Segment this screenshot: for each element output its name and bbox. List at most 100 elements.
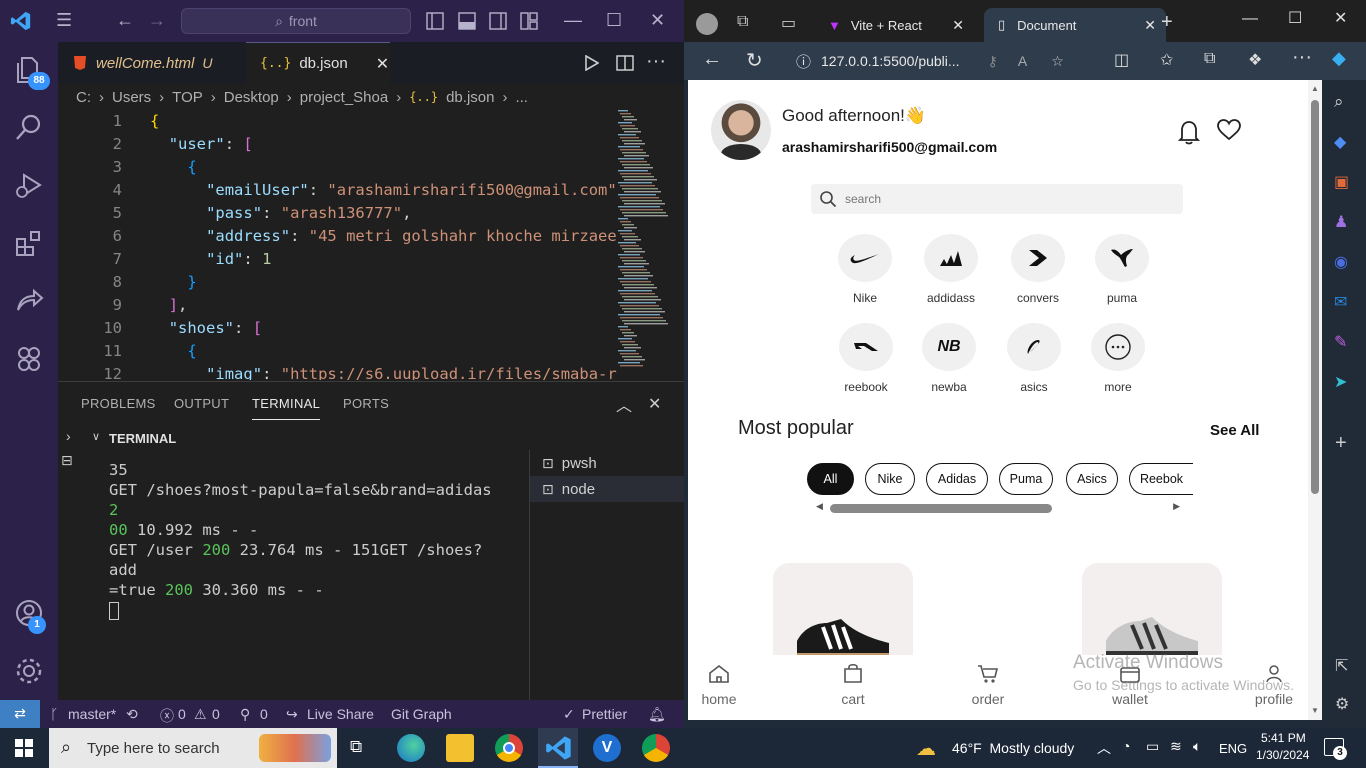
scroll-down-icon[interactable]: ▼ [1311, 706, 1319, 715]
toggle-sidebar-icon[interactable] [426, 12, 444, 30]
close-tab-icon[interactable]: ✕ [1144, 17, 1156, 34]
menu-icon[interactable]: ☰ [56, 10, 72, 31]
file-explorer-icon[interactable] [446, 734, 474, 762]
edge-taskbar-icon[interactable] [397, 734, 425, 762]
minimap[interactable] [614, 110, 668, 378]
refresh-icon[interactable]: ↻ [746, 48, 763, 73]
tab-wellcome-html[interactable]: wellCome.html U [58, 42, 246, 84]
live-share-button[interactable]: Live Share [307, 706, 374, 722]
close-panel-icon[interactable]: ✕ [648, 394, 661, 414]
filter-chip-adidas[interactable]: Adidas [926, 463, 988, 495]
run-debug-icon[interactable] [14, 170, 44, 200]
favorites-icon[interactable]: ✩ [1160, 50, 1173, 70]
filter-chip-asics[interactable]: Asics [1066, 463, 1118, 495]
chrome-icon[interactable] [495, 734, 523, 762]
maximize-panel-icon[interactable]: ︿ [616, 392, 632, 416]
nav-wallet[interactable]: wallet [1090, 691, 1170, 707]
git-branch[interactable]: master* [68, 706, 116, 722]
breadcrumb-item[interactable]: C: [76, 89, 91, 106]
vscode-taskbar-icon[interactable] [545, 734, 573, 762]
breadcrumb-item[interactable]: TOP [172, 89, 203, 106]
microsoft-365-icon[interactable]: ◉ [1334, 252, 1348, 272]
nav-home[interactable]: home [688, 691, 759, 707]
code-line[interactable]: 9 ], [58, 294, 618, 317]
close-tab-icon[interactable]: ✕ [376, 54, 389, 74]
taskbar-search[interactable]: ⌕ Type here to search [49, 728, 337, 768]
wifi-icon[interactable]: ≋ [1170, 738, 1182, 755]
workspaces-icon[interactable]: ⧉ [737, 13, 748, 31]
forward-arrow-icon[interactable]: → [148, 10, 166, 31]
sync-icon[interactable]: ⟲ [126, 706, 138, 723]
brand-addidass[interactable]: addidass [916, 234, 986, 305]
split-screen-icon[interactable]: ◫ [1114, 50, 1129, 70]
back-arrow-icon[interactable]: ← [116, 10, 134, 31]
breadcrumb-item[interactable]: project_Shoa [300, 89, 388, 106]
error-count[interactable]: 0 [178, 706, 186, 722]
tab-terminal[interactable]: TERMINAL [252, 396, 321, 420]
code-line[interactable]: 1{ [58, 110, 618, 133]
extensions-icon[interactable]: ❖ [1248, 50, 1262, 70]
new-tab-icon[interactable]: + [1161, 11, 1173, 34]
filter-chip-nike[interactable]: Nike [865, 463, 915, 495]
search-input[interactable]: search [845, 192, 881, 206]
code-line[interactable]: 2 "user": [ [58, 133, 618, 156]
profile-avatar[interactable] [696, 13, 718, 35]
brand-puma[interactable]: puma [1087, 234, 1157, 305]
tab-vite-react[interactable]: ▼ Vite + React ✕ [814, 8, 974, 42]
breadcrumb-item[interactable]: Desktop [224, 89, 279, 106]
designer-icon[interactable]: ✎ [1334, 332, 1347, 352]
read-aloud-icon[interactable]: A [1018, 53, 1027, 69]
tools-icon[interactable]: ▣ [1334, 172, 1349, 192]
address-bar[interactable]: ⓘ 127.0.0.1:5500/publi... ⚷ A ☆ [784, 47, 1094, 75]
git-graph-icon[interactable] [14, 344, 44, 374]
terminal-debug-icon[interactable]: ⊟ [61, 452, 73, 469]
tray-chevron-icon[interactable]: ︿ [1097, 738, 1111, 758]
toggle-panel-icon[interactable] [458, 12, 476, 30]
settings-gear-icon[interactable] [14, 656, 44, 686]
volume-icon[interactable]: 🔈︎ [1193, 738, 1201, 755]
battery-icon[interactable]: ▭ [1146, 738, 1159, 755]
run-icon[interactable] [585, 55, 599, 71]
vite-taskbar-icon[interactable]: V [593, 734, 621, 762]
tab-actions-icon[interactable]: ▭ [781, 13, 796, 33]
scroll-up-icon[interactable]: ▲ [1311, 84, 1319, 93]
code-line[interactable]: 7 "id": 1 [58, 248, 618, 271]
brand-newba[interactable]: NB newba [914, 323, 984, 394]
terminal-output[interactable]: 35 GET /shoes?most-papula=false&brand=adi… [109, 460, 509, 620]
favorites-heart-icon[interactable] [1216, 118, 1242, 142]
breadcrumb-item[interactable]: Users [112, 89, 151, 106]
maximize-icon[interactable]: ☐ [1288, 8, 1302, 28]
close-tab-icon[interactable]: ✕ [952, 17, 964, 34]
minimize-icon[interactable]: — [1242, 10, 1258, 28]
filter-scrollbar[interactable]: ◀ ▶ [816, 501, 1180, 515]
clock-date[interactable]: 1/30/2024 [1256, 748, 1309, 762]
external-link-icon[interactable]: ⇱ [1335, 656, 1348, 676]
filter-chip-puma[interactable]: Puma [999, 463, 1053, 495]
page-scrollbar[interactable]: ▲ ▼ [1308, 80, 1322, 720]
close-icon[interactable]: ✕ [1334, 8, 1347, 28]
scroll-left-icon[interactable]: ◀ [816, 501, 823, 512]
code-line[interactable]: 12 "imag": "https://s6.uupload.ir/files/… [58, 363, 618, 380]
tab-problems[interactable]: PROBLEMS [81, 396, 156, 411]
toggle-secondary-sidebar-icon[interactable] [489, 12, 507, 30]
code-line[interactable]: 6 "address": "45 metri golshahr khoche m… [58, 225, 618, 248]
breadcrumb-item[interactable]: db.json [446, 89, 494, 106]
brand-convers[interactable]: convers [1003, 234, 1073, 305]
live-share-icon[interactable] [14, 286, 44, 316]
ports-count[interactable]: 0 [260, 706, 268, 722]
code-line[interactable]: 10 "shoes": [ [58, 317, 618, 340]
clock-time[interactable]: 5:41 PM [1261, 731, 1306, 745]
prettier-button[interactable]: Prettier [582, 706, 627, 722]
search-icon[interactable]: ⌕ [1334, 92, 1344, 112]
customize-layout-icon[interactable] [520, 12, 538, 30]
split-editor-icon[interactable] [616, 54, 634, 72]
more-menu-icon[interactable]: ··· [1292, 46, 1312, 69]
add-sidebar-icon[interactable]: + [1335, 432, 1347, 455]
collections-icon[interactable]: ⧉ [1204, 50, 1215, 68]
terminal-item-node[interactable]: ⊡ node [530, 476, 684, 502]
tab-ports[interactable]: PORTS [343, 396, 389, 411]
scroll-right-icon[interactable]: ▶ [1173, 501, 1180, 512]
avatar[interactable] [711, 100, 771, 160]
outlook-icon[interactable]: ✉ [1334, 292, 1347, 312]
notification-bell-icon[interactable] [1178, 119, 1200, 145]
